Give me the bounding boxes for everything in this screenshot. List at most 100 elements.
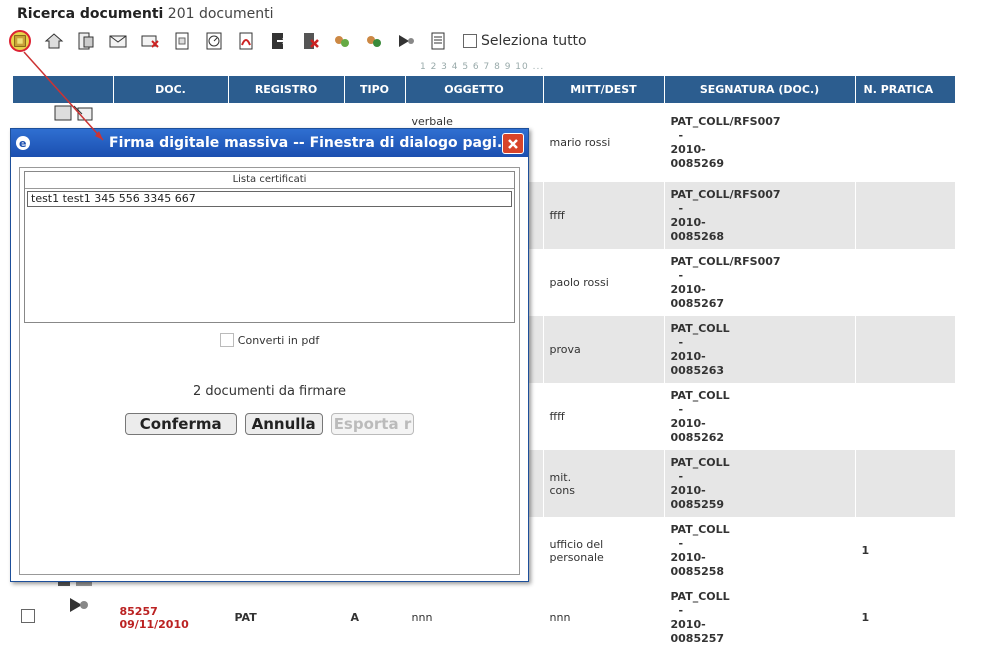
pratica-cell — [855, 249, 956, 316]
pagination[interactable]: 1 2 3 4 5 6 7 8 9 10 ... — [420, 62, 544, 72]
row-action-icons — [54, 104, 98, 128]
col-pratica[interactable]: N. PRATICA — [855, 76, 956, 103]
segnatura-line: 2010- — [670, 550, 706, 564]
convert-pdf-label: Converti in pdf — [237, 333, 320, 347]
delete-document-icon[interactable] — [299, 30, 321, 52]
segnatura-line: 2010- — [670, 416, 706, 430]
segnatura-line: 0085262 — [670, 430, 725, 444]
mitt-cell: ffff — [549, 209, 565, 222]
segnatura-line: PAT_COLL — [670, 321, 730, 335]
col-segnatura[interactable]: SEGNATURA (DOC.) — [664, 76, 856, 103]
text-document-icon[interactable] — [427, 30, 449, 52]
segnatura-line: PAT_COLL/RFS007 — [670, 114, 781, 128]
certificate-item[interactable]: test1 test1 345 556 3345 667 — [27, 191, 512, 207]
segnatura-line: - — [678, 469, 684, 483]
pratica-cell: 1 — [855, 517, 956, 584]
mitt-cell: paolo rossi — [549, 276, 609, 289]
segnatura-line: 2010- — [670, 142, 706, 156]
mail-delete-icon[interactable] — [139, 30, 161, 52]
toolbar: Seleziona tutto — [9, 28, 587, 54]
pratica-cell — [855, 182, 956, 249]
signature-dialog: e Firma digitale massiva -- Finestra di … — [10, 128, 529, 582]
segnatura-line: 0085269 — [670, 156, 725, 170]
dialog-title-bar[interactable]: e Firma digitale massiva -- Finestra di … — [11, 129, 528, 157]
segnatura-line: PAT_COLL — [670, 522, 730, 536]
segnatura-line: 2010- — [670, 349, 706, 363]
segnatura-line: 0085258 — [670, 564, 725, 578]
segnatura-line: PAT_COLL/RFS007 — [670, 254, 781, 268]
mitt-cell: ffff — [549, 410, 565, 423]
dialog-title: Firma digitale massiva -- Finestra di di… — [109, 135, 513, 151]
pratica-cell — [855, 450, 956, 517]
oggetto-cell: verbale — [411, 115, 453, 128]
stamps-green-icon[interactable] — [363, 30, 385, 52]
segnatura-line: 2010- — [670, 617, 706, 631]
segnatura-line: - — [678, 603, 684, 617]
table-header: DOC. REGISTRO TIPO OGGETTO MITT/DEST SEG… — [13, 76, 956, 103]
select-all[interactable]: Seleziona tutto — [463, 33, 587, 49]
segnatura-line: PAT_COLL/RFS007 — [670, 187, 781, 201]
edit-icon[interactable] — [54, 104, 98, 124]
dialog-buttons: Conferma Annulla Esporta r — [20, 413, 519, 435]
pdf-icon[interactable] — [235, 30, 257, 52]
pratica-cell — [855, 316, 956, 383]
browser-icon: e — [16, 136, 30, 150]
segnatura-line: 0085257 — [670, 631, 725, 645]
pratica-cell — [855, 103, 956, 182]
cancel-button[interactable]: Annulla — [244, 413, 323, 435]
segnatura-line: - — [678, 268, 684, 282]
segnatura-line: PAT_COLL — [670, 589, 730, 603]
registro-cell: PAT — [228, 584, 345, 651]
mitt-cell: prova — [549, 343, 581, 356]
segnatura-line: 0085263 — [670, 363, 725, 377]
segnatura-line: 2010- — [670, 282, 706, 296]
tipo-cell: A — [344, 584, 406, 651]
mitt-cell: nnn — [543, 584, 665, 651]
home-icon[interactable] — [43, 30, 65, 52]
convert-pdf-option[interactable]: Converti in pdf — [20, 333, 519, 347]
pratica-cell: 1 — [855, 584, 956, 651]
dialog-body: Lista certificati test1 test1 345 556 33… — [19, 167, 520, 575]
doc-number[interactable]: 85257 — [120, 605, 222, 618]
mitt-cell: mario rossi — [549, 136, 611, 149]
clock-icon[interactable] — [203, 30, 225, 52]
segnatura-line: - — [678, 335, 684, 349]
segnatura-line: - — [678, 536, 684, 550]
export-button[interactable]: Esporta r — [330, 413, 415, 435]
svg-text:e: e — [19, 137, 26, 150]
digital-signature-icon[interactable] — [9, 30, 31, 52]
select-all-label: Seleziona tutto — [481, 33, 587, 49]
sign-icon[interactable] — [56, 580, 100, 622]
close-icon[interactable] — [502, 133, 524, 154]
certificate-list-header: Lista certificati — [25, 172, 514, 189]
segnatura-line: 2010- — [670, 215, 706, 229]
col-doc[interactable]: DOC. — [113, 76, 229, 103]
page-title: Ricerca documenti 201 documenti — [17, 6, 274, 22]
mitt-cell: mit. cons — [549, 470, 575, 497]
col-registro[interactable]: REGISTRO — [228, 76, 345, 103]
export-document-icon[interactable] — [267, 30, 289, 52]
play-sign-icon[interactable] — [395, 30, 417, 52]
row-checkbox[interactable] — [21, 609, 35, 623]
mail-icon[interactable] — [107, 30, 129, 52]
col-oggetto[interactable]: OGGETTO — [405, 76, 544, 103]
col-mitt-dest[interactable]: MITT/DEST — [543, 76, 665, 103]
table-row[interactable]: 85257 09/11/2010 PAT A nnn nnn PAT_COLL -2… — [13, 584, 956, 651]
confirm-button[interactable]: Conferma — [124, 413, 237, 435]
oggetto-cell: nnn — [405, 584, 544, 651]
mitt-cell: ufficio del personale — [549, 537, 604, 564]
documents-to-sign-count: 2 documenti da firmare — [192, 384, 347, 399]
stamps-icon[interactable] — [331, 30, 353, 52]
document-icon[interactable] — [171, 30, 193, 52]
select-all-checkbox[interactable] — [463, 34, 477, 48]
segnatura-line: 0085268 — [670, 229, 725, 243]
col-select — [13, 76, 114, 103]
convert-pdf-checkbox[interactable] — [219, 333, 234, 347]
row-action-icons — [56, 580, 100, 626]
certificate-list[interactable]: Lista certificati test1 test1 345 556 33… — [24, 171, 515, 323]
segnatura-line: 2010- — [670, 483, 706, 497]
segnatura-line: PAT_COLL — [670, 388, 730, 402]
col-tipo[interactable]: TIPO — [344, 76, 406, 103]
segnatura-line: - — [678, 201, 684, 215]
folder-tree-icon[interactable] — [75, 30, 97, 52]
